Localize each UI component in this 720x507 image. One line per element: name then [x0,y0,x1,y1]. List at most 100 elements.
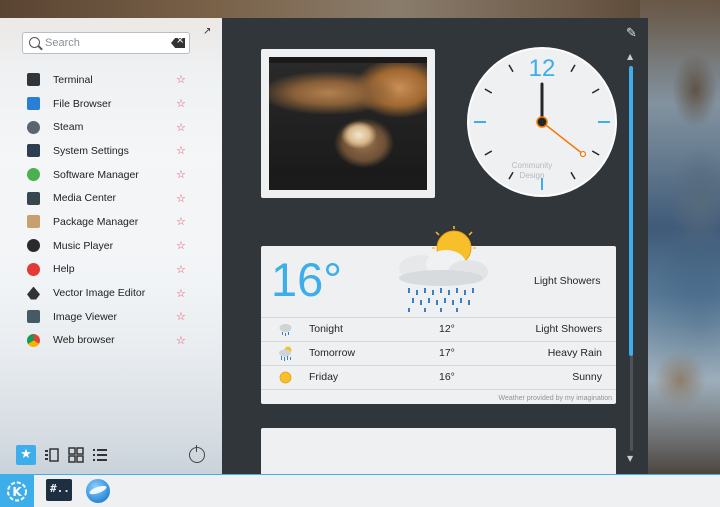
app-label: Terminal [53,73,93,86]
software-icon [27,168,40,182]
favorite-star-icon[interactable]: ☆ [176,287,186,300]
analog-clock-widget[interactable]: 12 Community Design [466,46,618,198]
launcher-view-switcher: ★ [0,442,222,468]
dashboard-scrollbar[interactable]: ▲ ▼ [627,52,634,463]
rain-icon [279,324,292,336]
app-label: Software Manager [53,168,139,181]
app-label: Vector Image Editor [53,287,146,300]
clock-second-tip [579,150,587,158]
app-item-package-manager[interactable]: Package Manager ☆ [0,210,222,234]
favorite-star-icon[interactable]: ☆ [176,144,186,157]
forecast-day: Tomorrow [309,347,356,359]
forecast-condition: Sunny [572,371,602,383]
app-item-file-browser[interactable]: File Browser ☆ [0,92,222,116]
app-item-system-settings[interactable]: System Settings ☆ [0,139,222,163]
weather-showers-icon [399,226,488,312]
grid-view-button[interactable] [66,445,86,465]
app-label: File Browser [53,97,112,110]
app-item-web-browser[interactable]: Web browser ☆ [0,329,222,353]
current-temperature: 16° [271,253,343,306]
app-label: Media Center [53,192,117,205]
kde-logo-icon: K [7,481,27,502]
app-item-software-manager[interactable]: Software Manager ☆ [0,163,222,187]
search-field[interactable] [22,32,190,54]
application-launcher-button[interactable]: K [0,475,34,507]
forecast-temp: 16° [439,371,455,383]
clock-center [536,116,548,128]
forecast-temp: 17° [439,347,455,359]
favorite-star-icon[interactable]: ☆ [176,121,186,134]
resize-handle-icon[interactable]: ↗ [203,26,213,37]
taskbar-terminal-task[interactable]: #.. [46,479,72,501]
app-label: System Settings [53,144,129,157]
cat-photo [269,57,427,190]
forecast-day: Tonight [309,323,343,335]
image-viewer-icon [27,310,40,324]
scroll-thumb[interactable] [629,66,633,356]
forecast-row: Tonight 12° Light Showers [261,317,616,341]
terminal-glyph: #.. [50,482,70,495]
package-icon [27,215,40,229]
favorite-star-icon[interactable]: ☆ [176,263,186,276]
favorite-star-icon[interactable]: ☆ [176,73,186,86]
grouped-view-button[interactable] [42,445,62,465]
app-item-music-player[interactable]: Music Player ☆ [0,234,222,258]
taskbar-browser-task[interactable] [86,479,110,503]
app-item-help[interactable]: Help ☆ [0,258,222,282]
list-view-button[interactable] [90,445,110,465]
forecast-day: Friday [309,371,339,383]
help-icon [27,262,40,276]
grouped-view-icon [45,448,59,462]
list-view-icon [93,449,107,461]
favorite-star-icon[interactable]: ☆ [176,168,186,181]
folder-icon [27,97,40,111]
forecast-row: Friday 16° Sunny [261,365,616,389]
app-item-terminal[interactable]: Terminal ☆ [0,68,222,92]
taskbar: K #.. [0,474,720,507]
favorite-star-icon[interactable]: ☆ [176,192,186,205]
application-launcher: ↗ Terminal ☆ File Browser ☆ Steam ☆ Syst… [0,18,222,474]
vector-editor-icon [27,286,40,300]
favorite-star-icon[interactable]: ☆ [176,215,186,228]
clock-twelve-label: 12 [529,55,556,82]
app-label: Image Viewer [53,310,118,323]
favorite-star-icon[interactable]: ☆ [176,239,186,252]
app-item-vector-image-editor[interactable]: Vector Image Editor ☆ [0,281,222,305]
clear-search-icon[interactable] [171,38,185,48]
favorite-star-icon[interactable]: ☆ [176,310,186,323]
app-label: Help [53,263,75,276]
favorites-view-button[interactable]: ★ [16,445,36,465]
weather-widget[interactable]: 16° Light Showers Tonight 12° Light Show… [261,226,616,404]
search-icon [29,37,40,48]
forecast-condition: Light Showers [535,323,602,335]
app-item-image-viewer[interactable]: Image Viewer ☆ [0,305,222,329]
app-label: Package Manager [53,215,139,228]
music-icon [27,239,40,253]
app-list: Terminal ☆ File Browser ☆ Steam ☆ System… [0,68,222,352]
clock-watermark-line1: Community [512,161,552,170]
svg-text:K: K [12,485,22,499]
edit-pencil-icon[interactable]: ✎ [626,26,637,41]
app-label: Steam [53,121,84,134]
app-label: Music Player [53,239,114,252]
settings-icon [27,144,40,158]
favorite-star-icon[interactable]: ☆ [176,334,186,347]
photo-frame-widget[interactable] [261,49,435,198]
wallpaper-top-strip [0,0,720,18]
empty-widget-card[interactable] [261,428,616,474]
app-item-media-center[interactable]: Media Center ☆ [0,186,222,210]
cat-image [269,63,427,175]
media-icon [27,191,40,205]
chrome-icon [27,333,40,347]
weather-credit: Weather provided by my imagination [498,395,612,402]
scroll-down-icon[interactable]: ▼ [627,454,633,463]
forecast-temp: 12° [439,323,455,335]
app-item-steam[interactable]: Steam ☆ [0,115,222,139]
wallpaper-rocks [640,0,720,475]
power-button[interactable] [189,445,205,463]
search-input[interactable] [45,35,165,51]
scroll-up-icon[interactable]: ▲ [627,52,633,61]
sun-icon [279,371,292,384]
favorite-star-icon[interactable]: ☆ [176,97,186,110]
clock-watermark-line2: Design [520,171,545,180]
